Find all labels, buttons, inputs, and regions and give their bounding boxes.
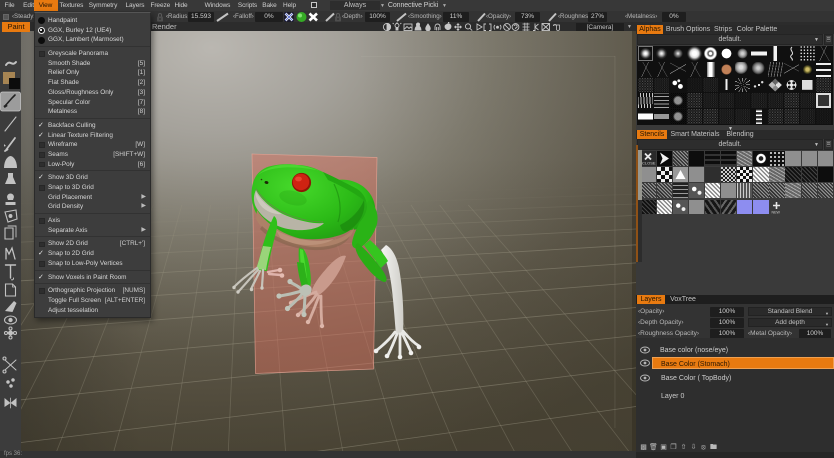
svg-text:CLOSE: CLOSE: [642, 161, 656, 166]
svg-text:NEW: NEW: [772, 210, 781, 214]
